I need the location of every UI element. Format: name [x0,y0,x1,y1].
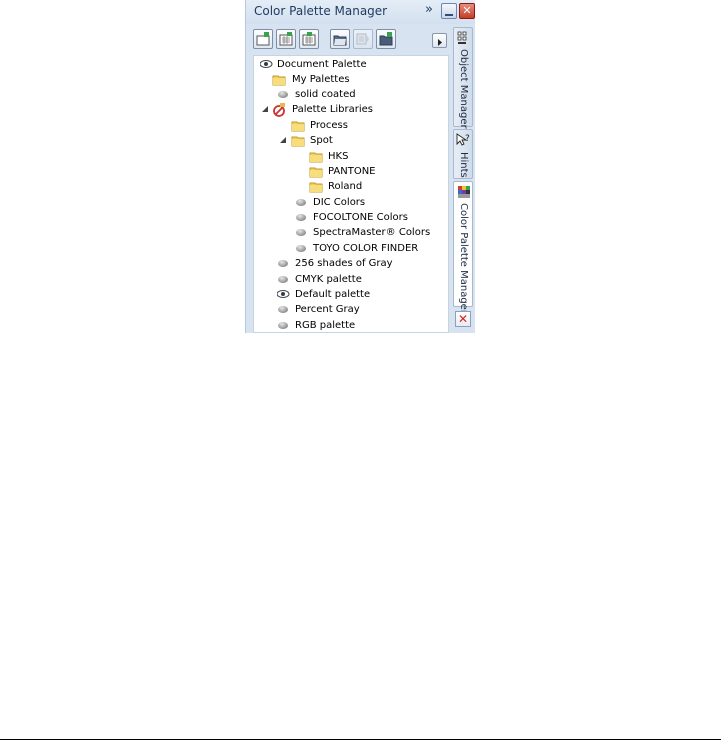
palette-icon [278,306,288,313]
tab-label: Color Palette Manager [458,203,469,314]
new-palette-from-document-icon [302,32,316,46]
close-button[interactable]: ✕ [459,3,475,19]
folder-icon [291,136,305,147]
palette-library-icon [273,103,285,117]
expand-arrow-icon[interactable] [299,167,305,177]
eye-icon [277,290,290,298]
expand-arrow-icon[interactable] [281,121,287,131]
tree-item-label: CMYK palette [295,274,362,285]
palette-icon [278,260,288,267]
palette-tree: Document Palette My Palettes solid coate… [253,55,449,333]
palette-icon [296,214,306,221]
tab-label: Hints [458,152,469,178]
collapse-arrow-icon[interactable] [280,137,286,143]
title-bar[interactable]: Color Palette Manager » ✕ [246,0,475,24]
tree-item-label: TOYO COLOR FINDER [313,243,419,254]
folder-icon [309,167,323,178]
svg-text:?: ? [465,134,470,144]
new-palette-from-selection-button[interactable] [276,29,296,49]
tree-item-label: Process [310,120,348,131]
folder-icon [291,121,305,132]
close-docker-icon[interactable]: ✕ [455,311,471,327]
tree-item-label: HKS [328,151,349,162]
expand-arrow-icon[interactable] [299,182,305,192]
flyout-menu-button[interactable] [432,33,447,48]
palette-icon [278,276,288,283]
expand-arrow-icon[interactable] [299,152,305,162]
docker-tabs: Object Manager ? Hints Color Palette Man… [452,24,474,333]
palette-folder-icon [379,32,393,46]
new-palette-from-document-button[interactable] [299,29,319,49]
collapse-arrow-icon[interactable] [262,106,268,112]
eye-icon [260,60,273,68]
minimize-button[interactable] [441,3,457,19]
new-palette-from-selection-icon [279,32,293,46]
tree-item-label: My Palettes [292,74,350,85]
palette-folder-button[interactable] [376,29,396,49]
new-palette-button[interactable] [253,29,273,49]
tree-item-label: Roland [328,181,363,192]
open-palette-button[interactable] [330,29,350,49]
folder-icon [272,75,286,86]
tree-item-label: SpectraMaster® Colors [313,227,431,238]
tab-label: Object Manager [458,49,469,129]
tree-item-label: PANTONE [328,166,376,177]
palette-icon [278,91,288,98]
tree-item-label: DIC Colors [313,197,366,208]
folder-icon [309,152,323,163]
tree-item-label: 256 shades of Gray [295,258,393,269]
tree-item-label: Spot [310,135,333,146]
tab-hints[interactable]: ? Hints [453,129,473,179]
toolbar [253,28,453,52]
edit-palette-button[interactable] [353,29,373,49]
color-palette-manager-icon [458,186,470,198]
collapse-button[interactable]: » [422,2,436,18]
tree-item-label: RGB palette [295,320,356,331]
expand-arrow-icon[interactable] [263,75,269,85]
tree-item-label: solid coated [295,89,356,100]
edit-palette-icon [356,33,369,45]
folder-icon [309,182,323,193]
tree-item-label: Document Palette [277,59,367,70]
tree-item-label: Palette Libraries [292,104,374,115]
palette-icon [296,245,306,252]
divider [0,739,721,740]
flyout-arrow-icon [438,39,442,46]
tab-color-palette-manager[interactable]: Color Palette Manager [453,181,473,314]
tree-item-label: Default palette [295,289,371,300]
palette-icon [278,322,288,329]
window-title: Color Palette Manager [254,4,388,18]
tree-item-label: FOCOLTONE Colors [313,212,408,223]
hints-icon: ? [456,133,470,146]
palette-icon [296,229,306,236]
new-palette-icon [256,32,270,46]
object-manager-icon [457,31,467,44]
tab-object-manager[interactable]: Object Manager [453,27,473,129]
tree-item-label: Percent Gray [295,304,360,315]
palette-icon [296,199,306,206]
open-palette-icon [333,35,347,46]
